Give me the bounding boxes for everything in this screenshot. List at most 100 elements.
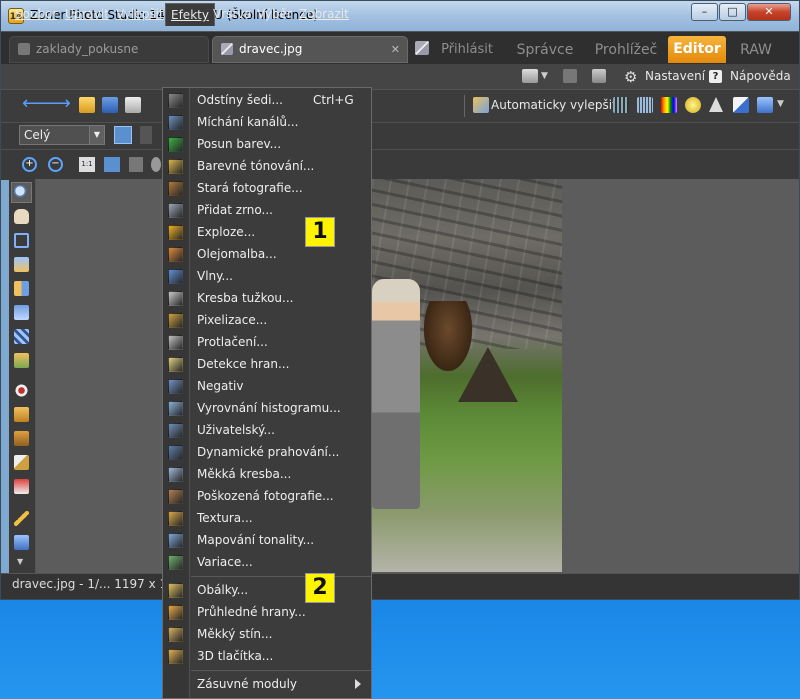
minimize-button[interactable]: – <box>691 3 718 21</box>
red-eye-icon[interactable] <box>14 383 29 398</box>
chevron-down-icon[interactable]: ▼ <box>89 126 104 144</box>
color-balance-icon[interactable] <box>661 97 677 113</box>
zoom-fit-icon[interactable] <box>104 157 120 172</box>
menu-item-effect[interactable]: Protlačení... <box>163 332 371 354</box>
fill-bucket-icon[interactable] <box>14 535 29 550</box>
view-mode-icon[interactable] <box>522 69 538 83</box>
clone-stamp-icon[interactable] <box>14 407 29 422</box>
batch-icon[interactable] <box>757 97 773 113</box>
zoom-out-icon[interactable]: − <box>48 157 63 172</box>
save-icon[interactable] <box>102 97 118 113</box>
menu-item-effect[interactable]: Posun barev... <box>163 134 371 156</box>
close-window-button[interactable]: ✕ <box>747 3 791 21</box>
chevron-down-icon[interactable]: ▼ <box>541 71 548 81</box>
maximize-button[interactable]: □ <box>719 3 746 21</box>
menu-item-effect[interactable]: Mapování tonality... <box>163 530 371 552</box>
straighten-icon[interactable] <box>14 257 29 272</box>
soft-shadow-icon <box>168 627 183 642</box>
tab-raw[interactable]: RAW <box>731 37 781 63</box>
curves-icon[interactable] <box>637 97 653 113</box>
menu-item-effect[interactable]: Dynamické prahování... <box>163 442 371 464</box>
menu-item-effect[interactable]: Přidat zrno... <box>163 200 371 222</box>
help-button[interactable]: Nápověda <box>730 69 791 83</box>
user-profile-icon[interactable] <box>592 69 606 83</box>
menu-soubor[interactable]: Soubor <box>15 5 57 23</box>
zoom-custom-icon[interactable] <box>151 157 161 172</box>
brush-icon[interactable] <box>14 455 29 470</box>
menu-label: Vylepšit <box>116 7 164 21</box>
menu-item-effect[interactable]: Kresba tužkou... <box>163 288 371 310</box>
landscape-icon[interactable] <box>14 353 29 368</box>
menu-upravit[interactable]: Upravit <box>65 5 109 23</box>
resize-icon[interactable] <box>14 305 29 320</box>
menu-item-effect[interactable]: Odstíny šedi... Ctrl+G <box>163 90 371 112</box>
menu-item-effect[interactable]: Exploze... <box>163 222 371 244</box>
chevron-down-icon[interactable]: ▼ <box>777 99 784 109</box>
menu-item-effect[interactable]: 3D tlačítka... <box>163 646 371 668</box>
menu-vyber[interactable]: Výběr <box>257 5 292 23</box>
magnifier-icon[interactable] <box>14 185 29 200</box>
login-link[interactable]: Přihlásit <box>437 37 497 63</box>
messages-icon[interactable] <box>563 69 577 83</box>
menu-item-effect[interactable]: Negativ <box>163 376 371 398</box>
retouch-icon[interactable] <box>14 479 29 494</box>
zoom-width-icon[interactable] <box>129 157 143 172</box>
open-folder-icon[interactable] <box>79 97 95 113</box>
menu-item-effect[interactable]: Barevné tónování... <box>163 156 371 178</box>
selection-icon[interactable] <box>14 329 29 344</box>
fit-to-window-icon[interactable] <box>114 126 132 144</box>
menu-item-effect[interactable]: Olejomalba... <box>163 244 371 266</box>
photo-canvas[interactable] <box>372 179 562 572</box>
sharpen-triangle-icon[interactable] <box>709 97 723 112</box>
settings-button[interactable]: Nastavení <box>645 69 705 83</box>
menu-vylepsit[interactable]: Vylepšit <box>116 5 164 23</box>
menu-item-effect[interactable]: Měkký stín... <box>163 624 371 646</box>
menu-item-effect[interactable]: Poškozená fotografie... <box>163 486 371 508</box>
zoom-mode-select[interactable]: Celý ▼ <box>19 125 105 145</box>
zoom-in-icon[interactable]: + <box>22 157 37 172</box>
pencil-icon[interactable] <box>14 511 29 526</box>
exposure-icon[interactable] <box>733 97 749 113</box>
menu-item-effect[interactable]: Uživatelský... <box>163 420 371 442</box>
tab-dravec[interactable]: dravec.jpg ✕ <box>212 36 408 63</box>
tab-zaklady-pokusne[interactable]: zaklady_pokusne <box>9 36 209 63</box>
menu-item-effect[interactable]: Variace... <box>163 552 371 574</box>
auto-enhance-icon[interactable] <box>473 97 489 113</box>
fit-height-icon[interactable] <box>140 126 152 144</box>
menu-item-effect[interactable]: Stará fotografie... <box>163 178 371 200</box>
auto-enhance-button[interactable]: Automaticky vylepšit <box>491 98 617 112</box>
menu-item-effect[interactable]: Detekce hran... <box>163 354 371 376</box>
menu-zobrazit[interactable]: Zobrazit <box>299 5 349 23</box>
tab-manager[interactable]: Správce <box>511 37 579 63</box>
print-icon[interactable] <box>125 97 141 113</box>
menu-item-effect[interactable]: Pixelizace... <box>163 310 371 332</box>
menu-item-effect[interactable]: Textura... <box>163 508 371 530</box>
zoom-actual-size-button[interactable]: 1:1 <box>79 157 95 172</box>
menu-item-effect[interactable]: Zásuvné moduly <box>163 674 371 696</box>
gear-icon[interactable]: ⚙ <box>624 68 637 86</box>
menu-item-effect[interactable]: Měkká kresba... <box>163 464 371 486</box>
tab-editor[interactable]: Editor <box>668 36 726 63</box>
tab-close-icon[interactable]: ✕ <box>391 37 400 62</box>
healing-icon[interactable] <box>14 431 29 446</box>
menu-item-effect[interactable]: Obálky... <box>163 580 371 602</box>
back-arrow-icon[interactable]: ⟵ <box>22 93 48 114</box>
menu-item-effect[interactable]: Vyrovnání histogramu... <box>163 398 371 420</box>
menu-item-effect[interactable]: Vlny... <box>163 266 371 288</box>
menu-item-label: Obálky... <box>197 583 249 597</box>
menu-item-effect[interactable]: Míchání kanálů... <box>163 112 371 134</box>
light-bulb-icon[interactable] <box>685 97 701 113</box>
menu-efekty[interactable]: Efekty <box>165 3 215 26</box>
menu-vrstva[interactable]: Vrstva <box>213 5 252 23</box>
chevron-down-icon[interactable]: ▼ <box>17 557 23 566</box>
crop-icon[interactable] <box>14 233 29 248</box>
menu-item-effect[interactable]: Průhledné hrany... <box>163 602 371 624</box>
help-icon[interactable]: ? <box>709 70 722 83</box>
tab-browser[interactable]: Prohlížeč <box>589 37 663 63</box>
forward-arrow-icon[interactable]: ⟶ <box>45 93 71 114</box>
hand-icon[interactable] <box>14 209 29 224</box>
perspective-icon[interactable] <box>14 281 29 296</box>
levels-icon[interactable] <box>613 97 629 113</box>
folder-icon <box>18 43 30 55</box>
menu-item-label: Měkký stín... <box>197 627 273 641</box>
